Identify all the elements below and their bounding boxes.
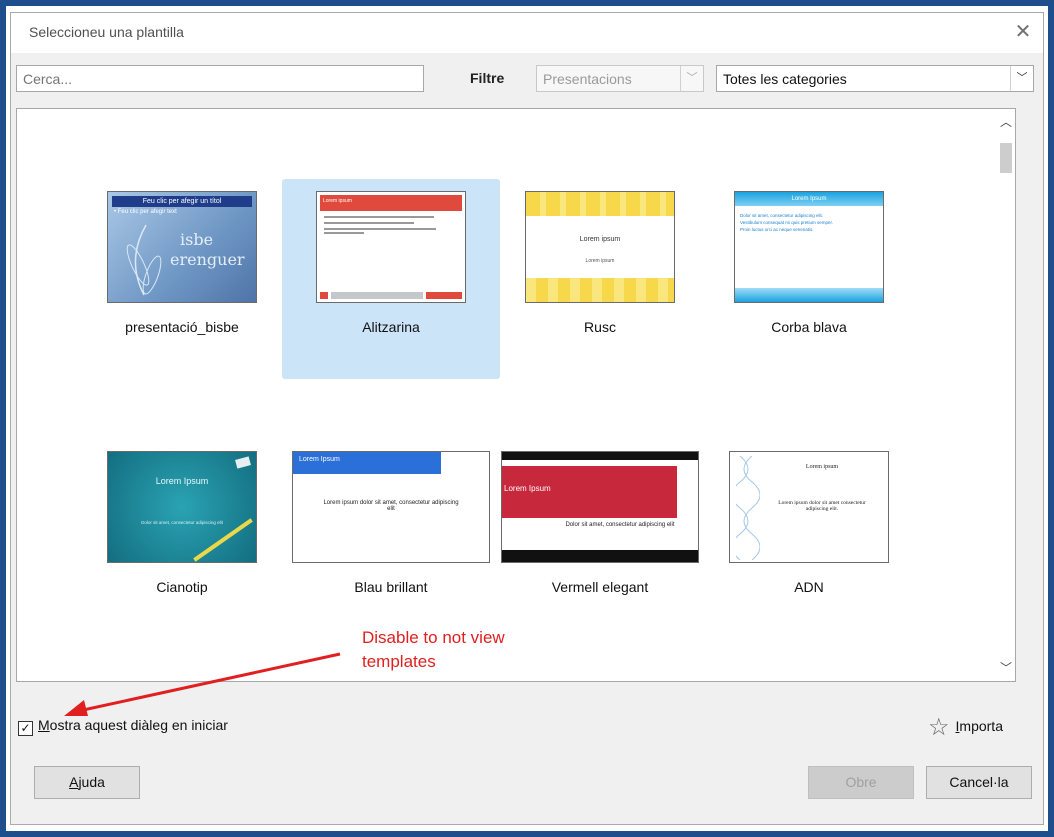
- template-thumbnail: Lorem ipsum: [316, 191, 466, 303]
- thumb-title: Feu clic per afegir un títol: [112, 196, 252, 207]
- cancel-button[interactable]: Cancel·la: [926, 766, 1032, 799]
- footer-block: [426, 292, 462, 299]
- close-icon[interactable]: ✕: [1009, 19, 1037, 47]
- thumb-title: Lorem ipsum: [805, 464, 839, 470]
- honeycomb-bottom: [526, 278, 674, 302]
- template-tile[interactable]: Feu clic per afegir un títol • Feu clic …: [73, 179, 291, 379]
- text-line: [324, 228, 436, 230]
- template-tile[interactable]: Lorem Ipsum Dolor sit amet, consectetur …: [73, 439, 291, 639]
- thumb-title: Lorem ipsum: [579, 236, 621, 243]
- checkbox-checked-icon[interactable]: ✓: [18, 721, 33, 736]
- thumb-title: Lorem ipsum: [320, 195, 462, 211]
- text-line: [324, 232, 364, 234]
- vertical-scrollbar[interactable]: ︿ ﹀: [997, 109, 1015, 681]
- scroll-thumb[interactable]: [1000, 143, 1012, 173]
- title-bar: Seleccioneu una plantilla ✕: [11, 13, 1043, 53]
- bottom-band: [502, 550, 698, 562]
- category-filter-select[interactable]: Totes les categories ﹀: [716, 65, 1034, 92]
- text-line: [324, 216, 434, 218]
- template-tile[interactable]: Lorem ipsum Lorem ipsum dolor sit amet c…: [700, 439, 918, 639]
- chevron-down-icon: ﹀: [680, 66, 703, 91]
- import-label: mporta: [959, 718, 1003, 734]
- thumb-bullet: Dolor sit amet, consectetur adipiscing e…: [740, 213, 824, 218]
- scroll-down-icon[interactable]: ﹀: [997, 659, 1015, 677]
- template-thumbnail: Lorem Ipsum Dolor sit amet, consectetur …: [734, 191, 884, 303]
- template-name: Corba blava: [771, 319, 847, 335]
- text-line: [324, 222, 414, 224]
- thumb-text: • Feu clic per afegir text: [114, 209, 177, 215]
- logo-text: isbe: [180, 230, 214, 249]
- template-tile[interactable]: Lorem Ipsum Dolor sit amet, consectetur …: [491, 439, 709, 639]
- thumb-title: Lorem Ipsum: [155, 476, 209, 486]
- thumb-body: Dolor sit amet, consectetur adipiscing e…: [565, 522, 675, 528]
- annotation-arrow-icon: [64, 652, 341, 716]
- type-filter-select[interactable]: Presentacions ﹀: [536, 65, 704, 92]
- template-name: ADN: [794, 579, 824, 595]
- thumb-body: Lorem ipsum dolor sit amet consectetur a…: [778, 500, 866, 512]
- template-name: Cianotip: [156, 579, 208, 595]
- thumb-title: Lorem Ipsum: [293, 452, 441, 474]
- template-gallery[interactable]: Feu clic per afegir un títol • Feu clic …: [16, 108, 1016, 682]
- mnemonic-letter: M: [38, 717, 50, 733]
- import-button[interactable]: ☆ Importa: [928, 713, 1003, 742]
- template-tile-selected[interactable]: Lorem ipsum Alitzarina: [282, 179, 500, 379]
- template-thumbnail: Lorem Ipsum Lorem ipsum dolor sit amet, …: [292, 451, 490, 563]
- checkbox-label: ostra aquest diàleg en iniciar: [49, 717, 228, 733]
- thumb-text: Dolor sit amet, consectetur adipiscing e…: [740, 212, 833, 233]
- footer-block: [331, 292, 423, 299]
- thumb-title: Lorem Ipsum: [502, 466, 677, 518]
- thumb-title: Lorem Ipsum: [735, 192, 883, 206]
- curve-footer: [735, 288, 883, 302]
- logo-text: erenguer: [170, 250, 245, 269]
- template-name: Alitzarina: [362, 319, 420, 335]
- honeycomb-top: [526, 192, 674, 216]
- help-button[interactable]: Ajuda: [34, 766, 140, 799]
- thumb-body: Lorem ipsum dolor sit amet, consectetur …: [323, 500, 459, 512]
- template-thumbnail: Lorem Ipsum Dolor sit amet, consectetur …: [107, 451, 257, 563]
- thumb-subtitle: Lorem ipsum: [585, 258, 615, 264]
- thumb-bullet: Vestibulum consequat mi quis pretium sem…: [740, 220, 834, 225]
- filter-label: Filtre: [470, 70, 505, 86]
- template-thumbnail: Lorem ipsum Lorem ipsum dolor sit amet c…: [729, 451, 889, 563]
- type-filter-value: Presentacions: [543, 71, 632, 87]
- template-name: Vermell elegant: [551, 579, 649, 595]
- template-thumbnail: Lorem Ipsum Dolor sit amet, consectetur …: [501, 451, 699, 563]
- annotation-note: Disable to not view templates: [362, 626, 505, 674]
- help-label: juda: [78, 774, 105, 790]
- thumb-subtitle: Dolor sit amet, consectetur adipiscing e…: [141, 520, 223, 525]
- annotation-line: Disable to not view: [362, 628, 505, 647]
- template-tile[interactable]: Lorem Ipsum Lorem ipsum dolor sit amet, …: [282, 439, 500, 639]
- template-tile[interactable]: Lorem ipsum Lorem ipsum Rusc: [491, 179, 709, 379]
- open-button[interactable]: Obre: [808, 766, 914, 799]
- template-name: Blau brillant: [354, 579, 428, 595]
- template-thumbnail: Lorem ipsum Lorem ipsum: [525, 191, 675, 303]
- chevron-down-icon: ﹀: [1010, 66, 1033, 91]
- category-filter-value: Totes les categories: [723, 71, 847, 87]
- dna-graphic: [736, 456, 760, 560]
- show-on-startup-checkbox[interactable]: ✓ Mostra aquest diàleg en iniciar: [18, 717, 228, 736]
- star-icon: ☆: [928, 714, 950, 741]
- eraser-graphic: [235, 456, 251, 469]
- template-name: presentació_bisbe: [125, 319, 239, 335]
- thumb-bullet: Proin luctus orci ac neque venenatis.: [740, 227, 814, 232]
- annotation-line: templates: [362, 652, 436, 671]
- search-input[interactable]: [16, 65, 424, 92]
- scroll-up-icon[interactable]: ︿: [997, 113, 1015, 131]
- template-tile[interactable]: Lorem Ipsum Dolor sit amet, consectetur …: [700, 179, 918, 379]
- footer-block: [320, 292, 328, 299]
- top-band: [502, 452, 698, 460]
- template-name: Rusc: [584, 319, 616, 335]
- template-thumbnail: Feu clic per afegir un títol • Feu clic …: [107, 191, 257, 303]
- dialog-title: Seleccioneu una plantilla: [29, 24, 184, 40]
